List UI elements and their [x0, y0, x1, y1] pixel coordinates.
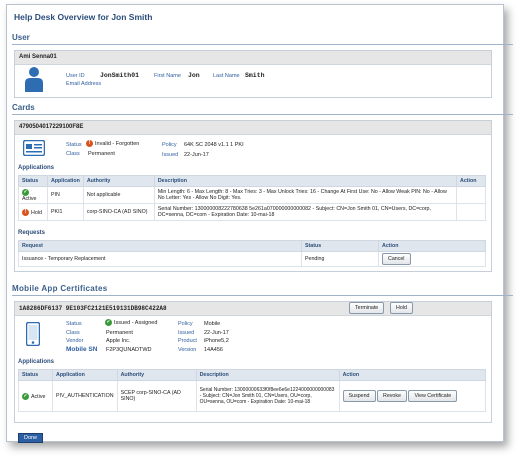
- mobile-product-value: iPhone5,2: [204, 338, 229, 344]
- card-id: 4790504017229100F8E: [15, 121, 491, 135]
- mobile-class-label: Class: [66, 330, 80, 336]
- app-description: Min Length: 6 - Max Length: 8 - Max Trie…: [153, 186, 458, 204]
- view-certificate-button[interactable]: View Certificate: [408, 390, 458, 402]
- mobile-issued-value: 22-Jun-17: [204, 330, 229, 336]
- col-status: Status: [18, 175, 48, 187]
- check-icon: ✓: [22, 392, 29, 400]
- check-icon: ✓: [105, 319, 112, 326]
- smart-card-icon: [23, 140, 45, 156]
- app-status: Hold: [31, 209, 42, 216]
- card-policy-label: Policy: [162, 142, 177, 148]
- card-status-label: Status: [66, 142, 82, 148]
- cards-rule: [12, 114, 513, 115]
- mobile-applications-title: Applications: [18, 359, 55, 365]
- card-policy-value: 64K SC 2048 v1.1 1 PKI: [184, 142, 244, 148]
- col-request: Request: [18, 240, 302, 252]
- app-status: Active: [22, 195, 37, 202]
- requests-title: Requests: [18, 230, 46, 236]
- col-application: Application: [47, 175, 84, 187]
- requests-table: Request Status Action Issuance - Tempora…: [18, 240, 486, 267]
- card-applications-title: Applications: [18, 165, 55, 171]
- card-status-value: Invalid - Forgotten: [95, 141, 140, 148]
- app-authority: Not applicable: [82, 186, 155, 204]
- user-rule: [12, 44, 513, 45]
- user-id-label: User ID: [66, 73, 85, 79]
- warning-icon: !: [86, 140, 93, 147]
- mobile-version-label: Version: [178, 347, 197, 353]
- mobile-app-status: Active: [31, 393, 46, 400]
- mobile-product-label: Product: [178, 338, 197, 344]
- mobile-sn-label: Mobile SN: [66, 346, 98, 353]
- col-description: Description: [153, 175, 458, 187]
- cancel-button[interactable]: Cancel: [382, 253, 411, 265]
- suspend-button[interactable]: Suspend: [342, 390, 376, 402]
- mobile-vendor-value: Apple Inc.: [106, 338, 131, 344]
- user-avatar-icon: [25, 67, 43, 92]
- col-action: Action: [456, 175, 486, 187]
- mobile-class-value: Permanent: [106, 330, 133, 336]
- mobile-status-label: Status: [66, 321, 82, 327]
- mobile-vendor-label: Vendor: [66, 338, 84, 344]
- mobile-app-name: PIV_AUTHENTICATION: [52, 380, 118, 412]
- mobile-rule: [12, 295, 513, 296]
- mobile-version-value: 14A456: [204, 347, 223, 353]
- col-status: Status: [18, 369, 53, 381]
- card-issued-value: 22-Jun-17: [184, 152, 209, 158]
- app-name: PIN: [47, 186, 84, 204]
- mobile-status-value: Issued - Assigned: [114, 320, 158, 327]
- mobile-sn-value: F2P3QUNADTWD: [106, 347, 152, 353]
- email-label: Email Address: [66, 81, 102, 87]
- mobile-app-authority: SCEP corp-SINO-CA (AD SINO): [116, 380, 197, 412]
- mobile-applications-table: Status Application Authority Description…: [18, 369, 487, 412]
- cards-section-title: Cards: [12, 103, 35, 112]
- last-name-value: Smith: [245, 72, 265, 79]
- mobile-issued-label: Issued: [178, 330, 195, 336]
- table-row: ✓ Active PIV_AUTHENTICATION SCEP corp-SIN…: [18, 380, 487, 412]
- cert-id: 1A8286DF6137 9E103FC2121E519131DB98C422A…: [15, 302, 491, 316]
- col-request-status: Status: [301, 240, 379, 252]
- done-button[interactable]: Done: [18, 433, 44, 443]
- app-description: Serial Number: 130000008222780638 5e261a…: [153, 203, 458, 221]
- mobile-phone-icon: [26, 322, 40, 346]
- col-application: Application: [52, 369, 118, 381]
- first-name-value: Jon: [188, 72, 200, 79]
- hold-button[interactable]: Hold: [390, 302, 413, 314]
- app-authority: corp-SINO-CA (AD SINO): [82, 203, 155, 221]
- last-name-label: Last Name: [213, 73, 240, 79]
- app-name: PKI1: [47, 203, 84, 221]
- card-status: ! Invalid - Forgotten: [86, 140, 139, 147]
- page-title: Help Desk Overview for Jon Smith: [14, 12, 153, 22]
- warning-icon: !: [22, 208, 29, 216]
- card-issued-label: Issued: [162, 152, 179, 158]
- mobile-policy-label: Policy: [178, 321, 193, 327]
- terminate-button[interactable]: Terminate: [349, 302, 385, 314]
- card-class-value: Permanent: [88, 151, 115, 157]
- revoke-button[interactable]: Revoke: [377, 390, 407, 402]
- table-row: Issuance - Temporary Replacement Pending…: [18, 251, 486, 267]
- user-id-value: JonSmith01: [100, 72, 140, 79]
- check-icon: ✓: [22, 188, 29, 196]
- card-class-label: Class: [66, 151, 80, 157]
- col-request-action: Action: [378, 240, 486, 252]
- request-name: Issuance - Temporary Replacement: [18, 251, 302, 267]
- table-row: ✓Active PIN Not applicable Min Length: 6…: [18, 186, 486, 204]
- mobile-policy-value: Mobile: [204, 321, 221, 327]
- col-action: Action: [338, 369, 487, 381]
- user-section-title: User: [12, 33, 30, 42]
- mobile-app-description: Serial Number: 13000000633f0f8ee6e6e1224…: [195, 380, 340, 412]
- user-name: Ami Senna01: [15, 51, 491, 65]
- request-status: Pending: [301, 251, 379, 267]
- first-name-label: First Name: [154, 73, 181, 79]
- col-authority: Authority: [116, 369, 197, 381]
- mobile-section-title: Mobile App Certificates: [12, 284, 108, 293]
- card-applications-table: Status Application Authority Description…: [18, 175, 486, 221]
- col-description: Description: [195, 369, 340, 381]
- mobile-status: ✓ Issued - Assigned: [105, 319, 157, 326]
- table-row: ! Hold PKI1 corp-SINO-CA (AD SINO) Serial…: [18, 203, 486, 221]
- col-authority: Authority: [82, 175, 155, 187]
